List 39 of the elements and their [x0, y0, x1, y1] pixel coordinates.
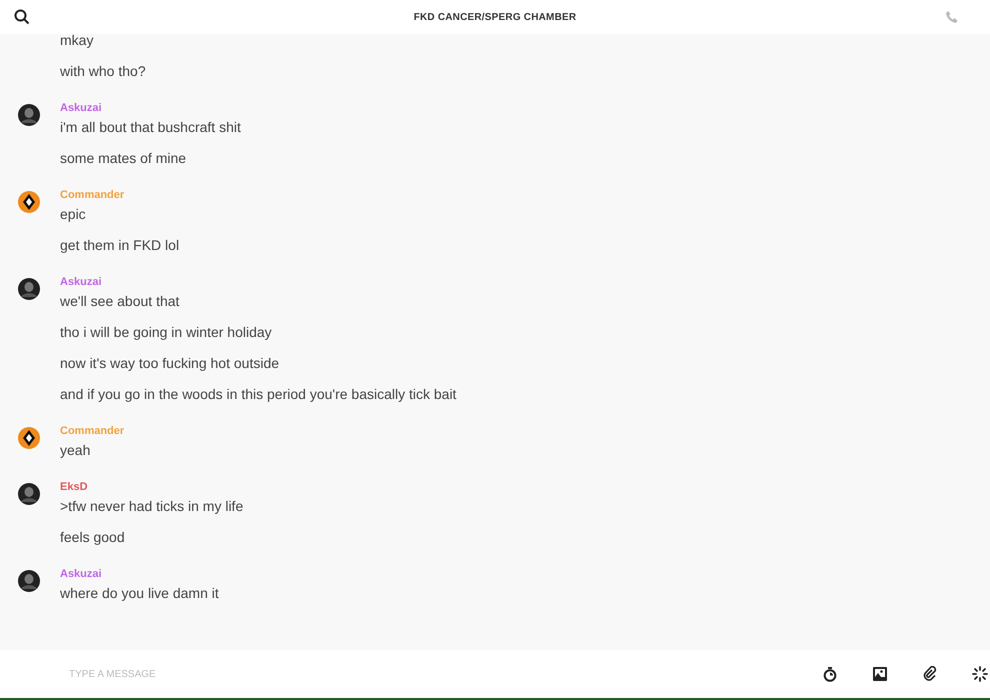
author-name: Askuzai: [60, 567, 103, 581]
author-name: Commander: [60, 424, 124, 438]
message-text: with who tho?: [60, 63, 146, 80]
message-text: now it's way too fucking hot outside: [60, 355, 280, 372]
message-text: get them in FKD lol: [60, 237, 180, 254]
avatar[interactable]: [18, 278, 40, 300]
chat-title: FKD CANCER/SPERG CHAMBER: [414, 10, 576, 24]
message-text: tho i will be going in winter holiday: [60, 324, 273, 341]
message-text: yeah: [60, 442, 92, 459]
timer-button[interactable]: [822, 666, 838, 682]
image-button[interactable]: [872, 666, 888, 682]
author-name: Askuzai: [60, 101, 103, 115]
message-text: feels good: [60, 529, 126, 546]
message-text: we'll see about that: [60, 293, 180, 310]
message-text: some mates of mine: [60, 150, 188, 167]
avatar[interactable]: [18, 482, 40, 505]
avatar[interactable]: [18, 570, 40, 592]
loading-button[interactable]: [972, 666, 988, 682]
message-text: i'm all bout that bushcraft shit: [60, 119, 241, 136]
avatar[interactable]: [18, 190, 40, 213]
search-button[interactable]: [14, 9, 30, 25]
message-input[interactable]: TYPE A MESSAGE: [67, 666, 467, 682]
author-name: Askuzai: [60, 275, 103, 289]
avatar[interactable]: [18, 104, 40, 126]
phone-icon: [945, 10, 959, 24]
attach-button[interactable]: [922, 666, 938, 682]
spinner-icon: [972, 666, 988, 682]
message-text: epic: [60, 206, 87, 223]
avatar[interactable]: [18, 426, 40, 449]
message-text: and if you go in the woods in this period you're basically tick bait: [60, 386, 456, 403]
message-text: where do you live damn it: [60, 585, 219, 602]
message-text: >tfw never had ticks in my life: [60, 498, 244, 515]
image-icon: [872, 666, 888, 682]
search-icon: [14, 9, 30, 25]
message-text: mkay: [60, 34, 94, 49]
paperclip-icon: [922, 666, 938, 682]
author-name: EksD: [60, 480, 89, 494]
author-name: Commander: [60, 188, 126, 202]
stopwatch-icon: [822, 666, 838, 682]
